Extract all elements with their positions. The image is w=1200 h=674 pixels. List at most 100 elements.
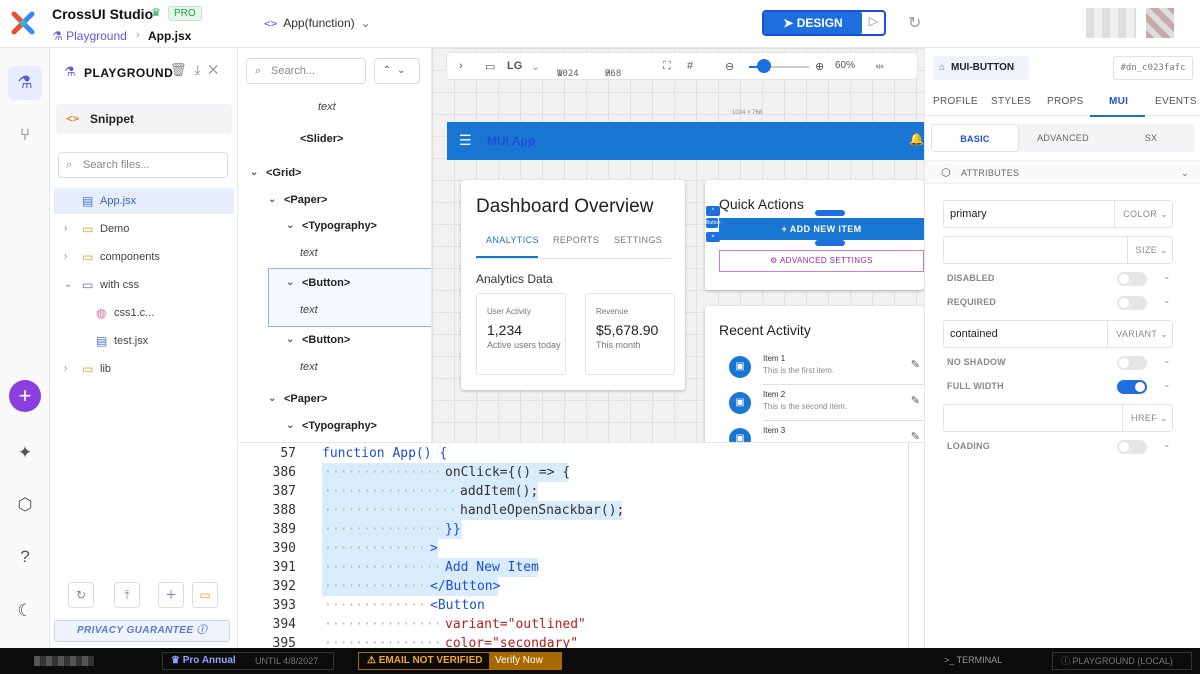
resize-top-handle[interactable] (815, 210, 845, 216)
avatar[interactable] (1146, 8, 1174, 38)
tree-node-grid[interactable]: ⌄ <Grid> (250, 160, 330, 186)
file-row-app-jsx[interactable]: ▤ App.jsx (54, 188, 234, 214)
zoom-in-icon[interactable]: ⊕ (815, 60, 824, 73)
help-icon[interactable]: ? (8, 540, 42, 574)
tab-mui[interactable]: MUI (1109, 96, 1128, 107)
edit-pencil-icon[interactable]: ✎ (911, 358, 920, 371)
tree-node-text[interactable]: text (300, 297, 318, 323)
recent-activity-card[interactable]: Recent Activity ▣ Item 1 This is the fir… (705, 306, 924, 442)
close-icon[interactable]: ✕ (208, 62, 226, 77)
fullscreen-icon[interactable]: ⛶ (663, 60, 671, 73)
tree-node-button-selected[interactable]: ⌄ <Button> (286, 270, 386, 296)
subtab-advanced[interactable]: ADVANCED (1019, 124, 1107, 152)
design-button[interactable]: ➤ DESIGN (764, 12, 862, 34)
tree-node-text[interactable]: text (300, 240, 318, 266)
folder-row-lib[interactable]: › ▭ lib (54, 356, 234, 382)
sparkles-icon[interactable]: ✦ (8, 436, 42, 470)
required-switch[interactable] (1117, 296, 1147, 310)
size-select-label[interactable]: SIZE ⌄ (1126, 237, 1168, 263)
design-canvas[interactable]: › ▭ LG ⌄ W 1024 H 768 ⛶ # ⊖ ⊕ 60% ⇹ 1024… (432, 48, 924, 442)
tree-nav-buttons[interactable]: ⌃⌄ (374, 58, 420, 84)
tab-profile[interactable]: PROFILE (933, 96, 978, 107)
tree-node-paper[interactable]: ⌄ <Paper> (268, 187, 348, 213)
chevron-down-icon[interactable]: ⌄ (1163, 355, 1171, 366)
href-select-label[interactable]: HREF ⌄ (1122, 405, 1168, 431)
edit-pencil-icon[interactable]: ✎ (911, 430, 920, 442)
download-icon[interactable]: ⤓ (195, 62, 209, 77)
files-search-input[interactable]: ⌕ Search files... (58, 152, 228, 178)
folder-row-with-css[interactable]: ⌄ ▭ with css (54, 272, 234, 298)
terminal-toggle[interactable]: >_ TERMINAL (944, 655, 1002, 665)
tree-node-paper[interactable]: ⌄ <Paper> (268, 386, 348, 412)
chevron-down-icon[interactable]: ⌄ (531, 60, 540, 73)
variant-select-label[interactable]: VARIANT ⌄ (1107, 321, 1168, 347)
tab-styles[interactable]: STYLES (991, 96, 1031, 107)
environment-badge[interactable]: ⓘ PLAYGROUND (LOCAL) (1052, 652, 1192, 670)
activity-item[interactable]: ▣ Item 3 ✎ (725, 424, 924, 442)
add-plus-button[interactable]: + (9, 380, 41, 412)
file-row-css1[interactable]: ◍ css1.c... (54, 300, 234, 326)
loading-switch[interactable] (1117, 440, 1147, 454)
breakpoint-select[interactable]: LG (507, 60, 522, 72)
folder-row-components[interactable]: › ▭ components (54, 244, 234, 270)
href-field[interactable]: HREF ⌄ (943, 404, 1173, 432)
disabled-switch[interactable] (1117, 272, 1147, 286)
menu-icon[interactable]: ☰ (459, 132, 472, 149)
tree-node-text[interactable]: text (300, 354, 318, 380)
chevron-down-icon[interactable]: ⌄ (1163, 295, 1171, 306)
quick-actions-card[interactable]: Quick Actions + ADD NEW ITEM ^ Button × … (705, 180, 924, 290)
git-branch-icon[interactable]: ⑂ (8, 118, 42, 152)
trash-icon[interactable]: 🗑 (170, 62, 195, 77)
plan-badge[interactable]: ♛ Pro Annual UNTIL 4/8/2027 (162, 652, 334, 670)
chevron-up-icon[interactable]: ⌃ (383, 65, 397, 76)
element-tag-handle[interactable]: Button (706, 218, 720, 228)
folder-row-demo[interactable]: › ▭ Demo (54, 216, 234, 242)
bell-icon[interactable]: 🔔 (909, 132, 924, 146)
tree-node-typography[interactable]: ⌄ <Typography> (286, 213, 406, 239)
chevron-down-icon[interactable]: ⌄ (397, 65, 411, 76)
design-mode-toggle[interactable]: ➤ DESIGN ▷ (762, 10, 886, 36)
move-arrows-icon[interactable]: ⇹ (875, 60, 884, 73)
tree-node-text[interactable]: text (318, 94, 336, 120)
no-shadow-switch[interactable] (1117, 356, 1147, 370)
color-select-label[interactable]: COLOR ⌄ (1114, 201, 1168, 227)
subtab-sx[interactable]: SX (1107, 124, 1195, 152)
new-file-icon[interactable]: ＋ (158, 582, 184, 608)
dark-mode-moon-icon[interactable]: ☾ (8, 594, 42, 628)
resize-bottom-handle[interactable] (815, 240, 845, 246)
mui-appbar[interactable]: ☰ MUI App 🔔 (447, 122, 924, 160)
breadcrumb-file[interactable]: App.jsx (148, 29, 191, 43)
refresh-icon[interactable]: ↻ (68, 582, 94, 608)
tab-analytics[interactable]: ANALYTICS (486, 235, 539, 245)
element-id[interactable]: #dn_c023fafc (1113, 56, 1193, 80)
edit-pencil-icon[interactable]: ✎ (911, 394, 920, 407)
tab-events[interactable]: EVENTS (1155, 96, 1197, 107)
activity-item[interactable]: ▣ Item 1 This is the first item. ✎ (725, 352, 924, 388)
tab-settings[interactable]: SETTINGS (614, 235, 662, 245)
remove-handle-icon[interactable]: × (706, 232, 720, 242)
playground-flask-icon[interactable]: ⚗ (8, 66, 42, 100)
play-icon[interactable]: ▷ (869, 14, 878, 28)
snippet-item[interactable]: <> Snippet (56, 104, 232, 134)
code-editor[interactable]: 57 function App() { 386 ··············· onC… (238, 442, 924, 648)
tab-reports[interactable]: REPORTS (553, 235, 599, 245)
full-width-switch[interactable] (1117, 380, 1147, 394)
chevron-down-icon[interactable]: ⌄ (1163, 439, 1171, 450)
tree-node-button[interactable]: ⌄ <Button> (286, 327, 386, 353)
tree-node-slider[interactable]: <Slider> (300, 126, 343, 152)
upload-icon[interactable]: ⤒ (114, 582, 140, 608)
tree-search-input[interactable]: ⌕ Search... (246, 58, 366, 84)
grid-icon[interactable]: # (687, 60, 693, 72)
chevron-down-icon[interactable]: ⌄ (1163, 379, 1171, 390)
attributes-section-header[interactable]: ⬡ ATTRIBUTES ⌄ (925, 160, 1200, 184)
activity-item[interactable]: ▣ Item 2 This is the second item. ✎ (725, 388, 924, 424)
zoom-out-icon[interactable]: ⊖ (725, 60, 734, 73)
tree-node-typography[interactable]: ⌄ <Typography> (286, 413, 406, 439)
chevron-right-icon[interactable]: › (459, 60, 463, 72)
color-field[interactable]: primary COLOR ⌄ (943, 200, 1173, 228)
function-selector[interactable]: <> App(function) ⌄ (264, 16, 371, 30)
advanced-settings-button[interactable]: ⚙ ADVANCED SETTINGS (719, 250, 924, 272)
size-field[interactable]: SIZE ⌄ (943, 236, 1173, 264)
zoom-slider-knob[interactable] (757, 59, 771, 73)
chevron-down-icon[interactable]: ⌄ (1163, 271, 1171, 282)
